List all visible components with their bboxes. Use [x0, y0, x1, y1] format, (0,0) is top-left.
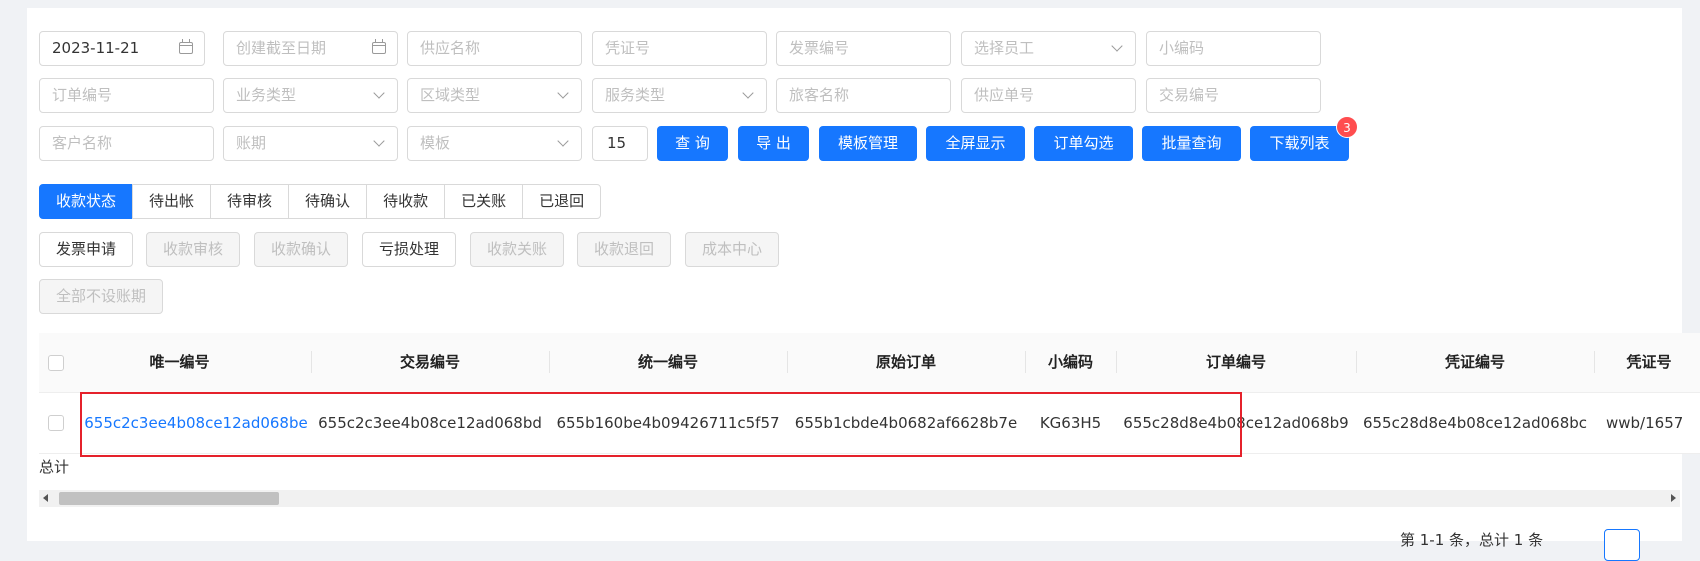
cell-order-no: 655c28d8e4b08ce12ad068b9	[1123, 414, 1349, 432]
service-type-select[interactable]: 服务类型	[592, 78, 767, 113]
tab-pending-confirm[interactable]: 待确认	[288, 184, 368, 219]
tab-pending-review[interactable]: 待审核	[210, 184, 290, 219]
chevron-down-icon	[373, 87, 385, 99]
col-order-no: 订单编号	[1205, 353, 1266, 371]
tab-returned[interactable]: 已退回	[522, 184, 602, 219]
page-size-input[interactable]: 15	[592, 126, 648, 161]
scroll-thumb[interactable]	[59, 492, 279, 505]
col-voucher-no: 凭证号	[1626, 353, 1672, 371]
collection-confirm-button[interactable]: 收款确认	[254, 232, 349, 267]
scroll-right-icon[interactable]	[1671, 494, 1676, 502]
end-date-picker[interactable]: 创建截至日期	[223, 31, 398, 66]
business-type-select[interactable]: 业务类型	[223, 78, 398, 113]
date-picker[interactable]: 2023-11-21	[39, 31, 205, 66]
template-select[interactable]: 模板	[407, 126, 582, 161]
cell-unique-no[interactable]: 655c2c3ee4b08ce12ad068be	[81, 393, 311, 453]
cost-center-button[interactable]: 成本中心	[685, 232, 780, 267]
row-checkbox[interactable]	[48, 415, 64, 431]
right-gutter	[1682, 8, 1700, 541]
download-list-button[interactable]: 下载列表	[1250, 126, 1349, 161]
invoice-apply-button[interactable]: 发票申请	[39, 232, 134, 267]
order-select-button[interactable]: 订单勾选	[1034, 126, 1133, 161]
select-all-checkbox[interactable]	[48, 355, 64, 371]
table-total-label: 总计	[39, 458, 70, 476]
cell-unified-no: 655b160be4b09426711c5f57	[556, 414, 780, 432]
invoice-no-input[interactable]: 发票编号	[776, 31, 951, 66]
pagination-text: 第 1-1 条，总计 1 条	[1400, 531, 1544, 549]
region-type-select[interactable]: 区域类型	[407, 78, 582, 113]
voucher-no-input[interactable]: 凭证号	[592, 31, 767, 66]
collection-return-button[interactable]: 收款退回	[577, 232, 672, 267]
col-small-code: 小编码	[1047, 353, 1093, 371]
col-transaction-no: 交易编号	[399, 353, 460, 371]
tab-pending-bill[interactable]: 待出帐	[132, 184, 212, 219]
cell-transaction-no: 655c2c3ee4b08ce12ad068bd	[318, 414, 542, 432]
table-row[interactable]: 655c2c3ee4b08ce12ad068be 655c2c3ee4b08ce…	[39, 393, 1700, 454]
customer-name-input[interactable]: 客户名称	[39, 126, 214, 161]
no-billing-period-button[interactable]: 全部不设账期	[39, 279, 164, 314]
tab-closed[interactable]: 已关账	[444, 184, 524, 219]
tab-pending-collection[interactable]: 待收款	[366, 184, 446, 219]
chevron-down-icon	[742, 87, 754, 99]
template-manage-button[interactable]: 模板管理	[819, 126, 917, 161]
export-button[interactable]: 导 出	[738, 126, 809, 161]
chevron-down-icon	[557, 87, 569, 99]
employee-select[interactable]: 选择员工	[961, 31, 1136, 66]
col-unique-no: 唯一编号	[149, 353, 210, 371]
col-unified-no: 统一编号	[637, 353, 698, 371]
cell-voucher-no: wwb/1657	[1606, 414, 1684, 432]
transaction-no-input[interactable]: 交易编号	[1146, 78, 1321, 113]
loss-handle-button[interactable]: 亏损处理	[362, 232, 457, 267]
horizontal-scrollbar[interactable]	[39, 490, 1680, 507]
collection-review-button[interactable]: 收款审核	[146, 232, 241, 267]
cell-original-order: 655b1cbde4b0682af6628b7e	[794, 414, 1018, 432]
calendar-icon	[372, 39, 386, 54]
cell-small-code: KG63H5	[1039, 414, 1102, 432]
order-no-input[interactable]: 订单编号	[39, 78, 214, 113]
table-header: 唯一编号 交易编号 统一编号 原始订单 小编码 订单编号 凭证编号 凭证号	[39, 333, 1700, 393]
supplier-name-input[interactable]: 供应名称	[407, 31, 582, 66]
batch-query-button[interactable]: 批量查询	[1142, 126, 1241, 161]
tab-collection-status[interactable]: 收款状态	[39, 184, 134, 219]
calendar-icon	[179, 39, 193, 54]
small-code-input[interactable]: 小编码	[1146, 31, 1321, 66]
col-original-order: 原始订单	[875, 353, 936, 371]
collection-close-button[interactable]: 收款关账	[470, 232, 565, 267]
col-voucher-id: 凭证编号	[1444, 353, 1505, 371]
scroll-left-icon[interactable]	[43, 494, 48, 502]
cell-voucher-id: 655c28d8e4b08ce12ad068bc	[1362, 414, 1588, 432]
chevron-down-icon	[1111, 40, 1123, 52]
chevron-down-icon	[373, 135, 385, 147]
status-tabs: 收款状态 待出帐 待审核 待确认 待收款 已关账 已退回	[39, 184, 602, 219]
traveler-name-input[interactable]: 旅客名称	[776, 78, 951, 113]
billing-period-select[interactable]: 账期	[223, 126, 398, 161]
fullscreen-button[interactable]: 全屏显示	[926, 126, 1025, 161]
query-button[interactable]: 查 询	[657, 126, 728, 161]
supply-order-no-input[interactable]: 供应单号	[961, 78, 1136, 113]
pagination-page-button[interactable]	[1604, 529, 1640, 561]
chevron-down-icon	[557, 135, 569, 147]
download-count-badge: 3	[1336, 116, 1358, 138]
